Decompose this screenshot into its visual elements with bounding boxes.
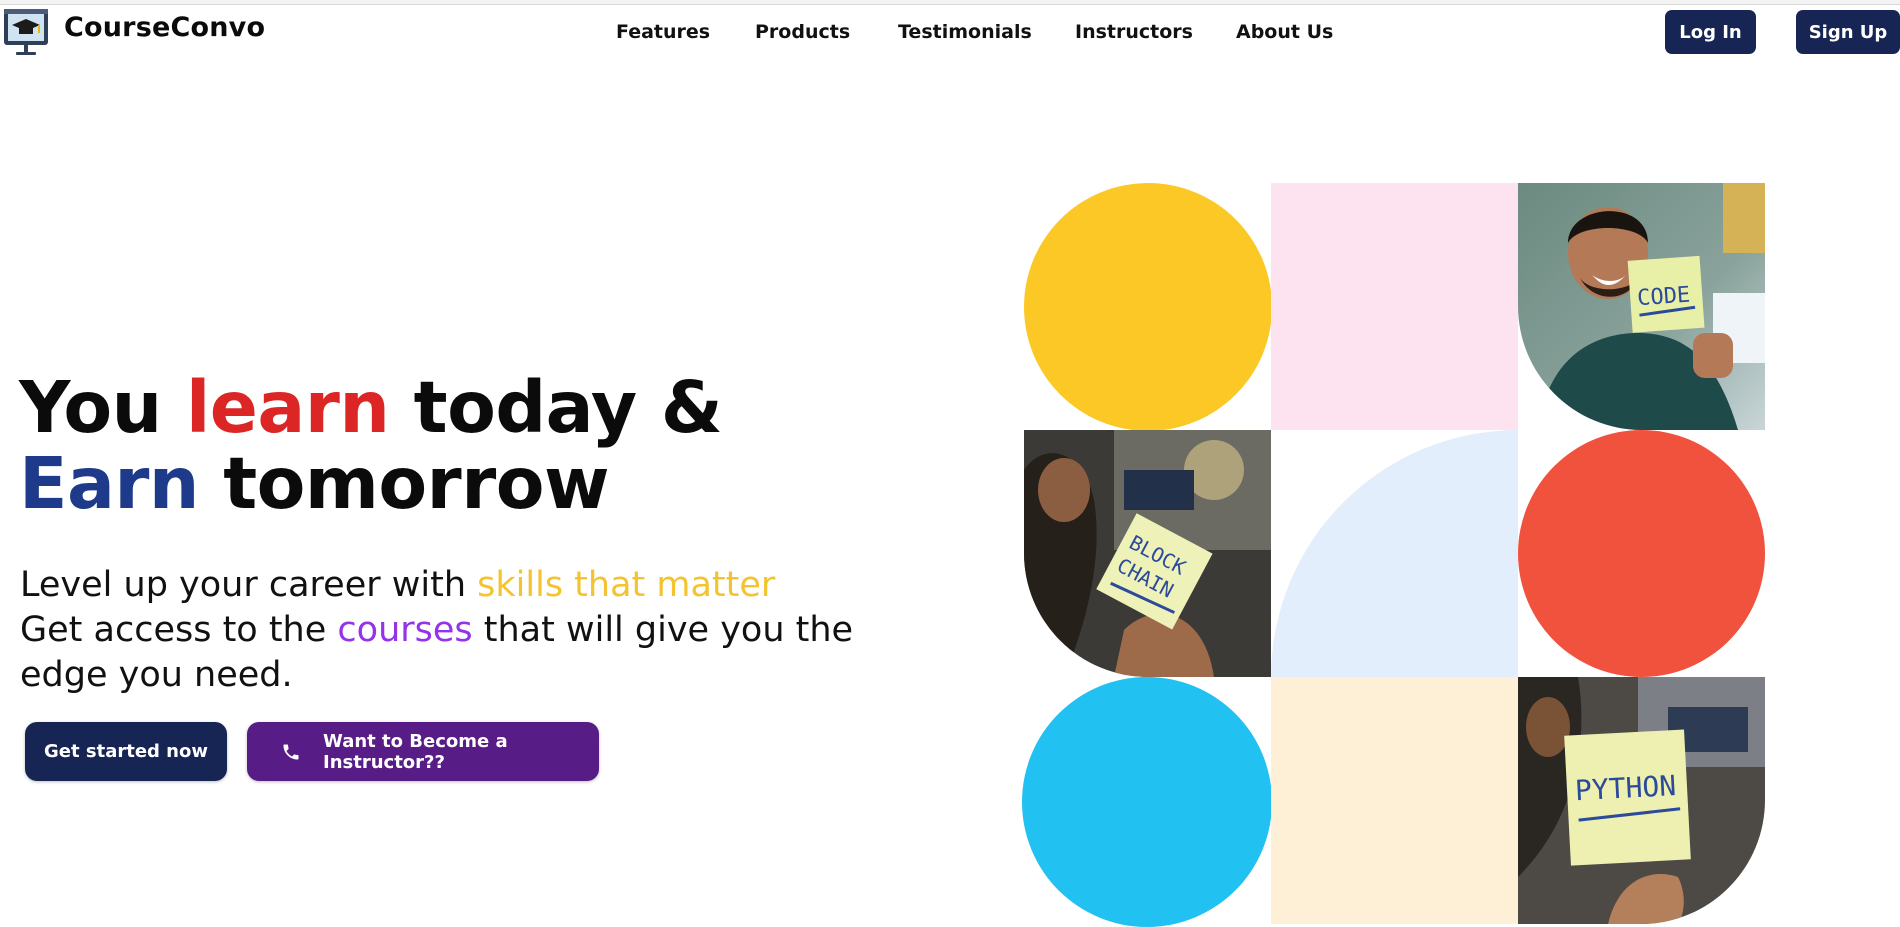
cream-square-tile — [1271, 677, 1518, 924]
red-circle-tile — [1518, 430, 1765, 677]
headline-you: You — [19, 366, 186, 449]
hero-headline: You learn today & Earn tomorrow — [19, 370, 723, 525]
sub-highlight-skills: skills that matter — [477, 565, 776, 605]
headline-today: today & — [389, 366, 723, 449]
sub-highlight-courses: courses — [337, 610, 473, 650]
cyan-circle-tile — [1022, 677, 1272, 927]
pink-square-tile — [1271, 183, 1518, 430]
signup-button[interactable]: Sign Up — [1796, 10, 1900, 54]
login-button[interactable]: Log In — [1665, 10, 1756, 54]
nav-products[interactable]: Products — [755, 21, 850, 43]
note-code-text: CODE — [1636, 283, 1691, 312]
nav-instructors[interactable]: Instructors — [1075, 21, 1193, 43]
sub-line1-a: Level up your career with — [20, 565, 478, 605]
nav-features[interactable]: Features — [616, 21, 710, 43]
headline-tomorrow: tomorrow — [198, 442, 610, 525]
nav-about-us[interactable]: About Us — [1236, 21, 1333, 43]
brand-name[interactable]: CourseConvo — [64, 12, 265, 43]
photo-tile-python: PYTHON — [1518, 677, 1765, 924]
headline-earn: Earn — [19, 442, 199, 525]
note-python-text: PYTHON — [1574, 769, 1677, 807]
headline-learn: learn — [185, 366, 390, 449]
hero-subtitle: Level up your career with skills that ma… — [20, 563, 940, 698]
become-instructor-button[interactable]: Want to Become a Instructor?? — [247, 722, 599, 781]
become-instructor-label: Want to Become a Instructor?? — [323, 730, 508, 773]
yellow-circle-tile — [1024, 183, 1272, 431]
monitor-graduation-icon[interactable] — [2, 6, 50, 58]
get-started-button[interactable]: Get started now — [25, 722, 227, 781]
sub-line2-a: Get access to the — [20, 610, 338, 650]
nav-testimonials[interactable]: Testimonials — [898, 21, 1032, 43]
photo-tile-blockchain: BLOCK CHAIN — [1024, 430, 1271, 677]
top-navbar: CourseConvo Features Products Testimonia… — [0, 4, 1900, 60]
lightblue-quarter-tile — [1271, 430, 1518, 677]
phone-icon — [281, 742, 301, 762]
photo-tile-code: CODE — [1518, 183, 1765, 430]
